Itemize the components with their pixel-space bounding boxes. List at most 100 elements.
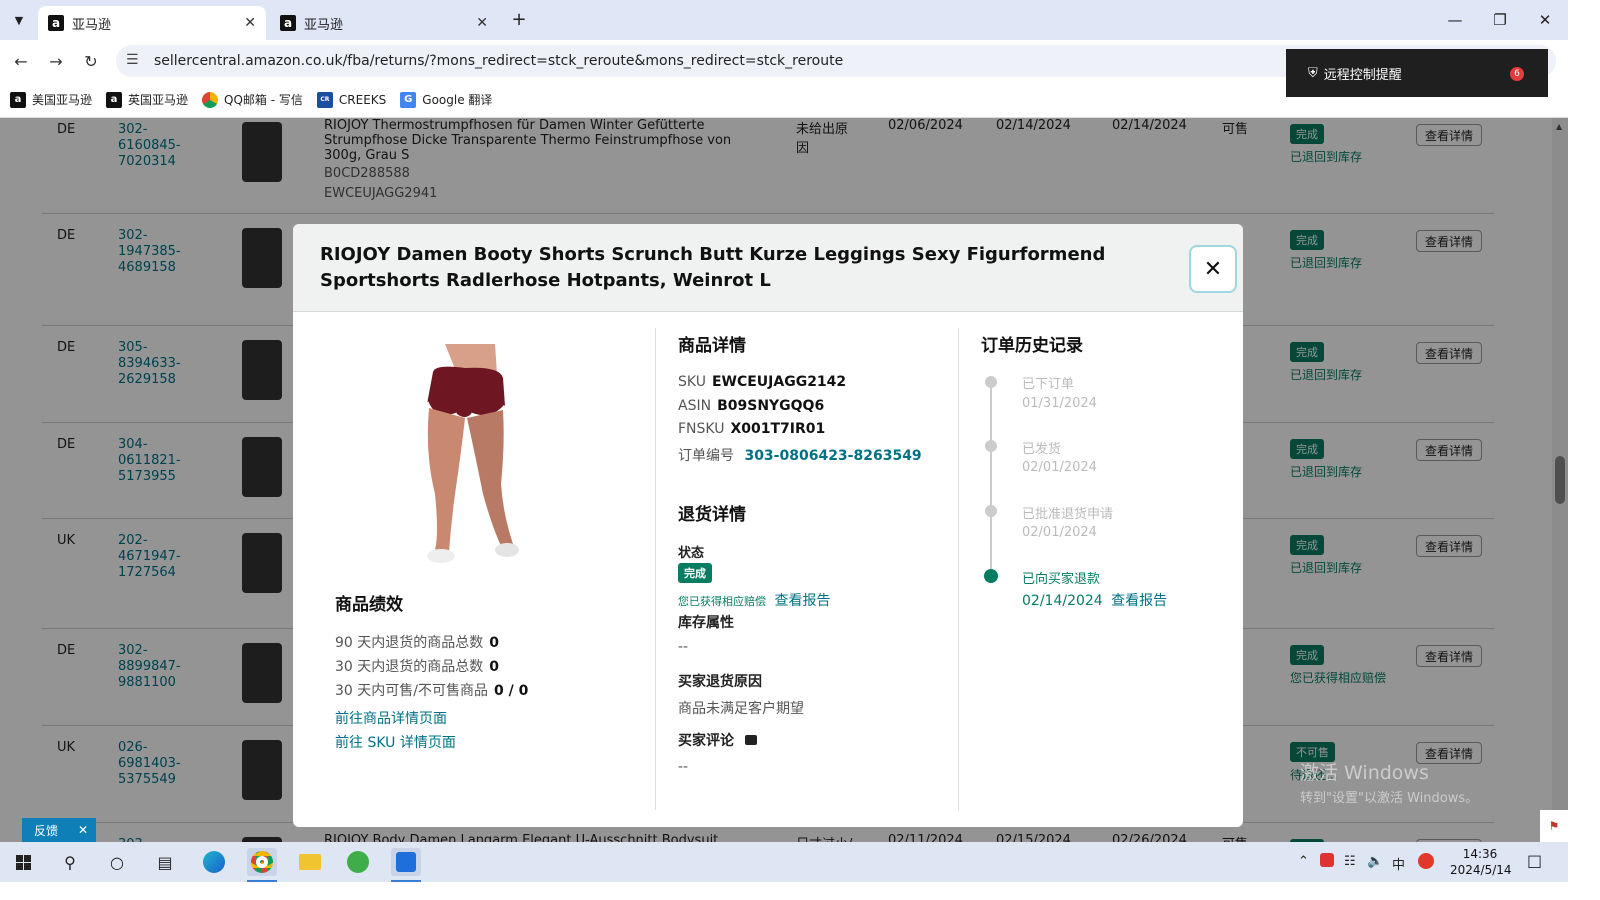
close-modal-button[interactable]: ✕: [1189, 245, 1237, 293]
cortana-icon[interactable]: ○: [102, 848, 132, 876]
bookmark-item[interactable]: G Google 翻译: [400, 91, 492, 108]
inventory-attribute-value: --: [678, 639, 689, 655]
forward-button[interactable]: →: [45, 50, 67, 72]
notification-badge: 6: [1510, 67, 1524, 81]
watermark-subtitle: 转到"设置"以激活 Windows。: [1300, 791, 1479, 806]
close-tab-icon[interactable]: ✕: [476, 15, 488, 31]
qqmail-icon: [202, 91, 219, 108]
tab-search-button[interactable]: ▼: [8, 9, 30, 31]
windows-taskbar: ⚲ ○ ▤ ⌃ ☷ 🔈 中 14:36 2024/5/14 □: [0, 842, 1568, 882]
timeline-step-label: 已批准退货申请: [1022, 507, 1114, 522]
bookmark-item[interactable]: a 美国亚马逊: [10, 91, 92, 108]
sku-detail-page-link[interactable]: 前往 SKU 详情页面: [335, 732, 456, 752]
notification-center-icon[interactable]: □: [1527, 851, 1542, 870]
tray-chevron-icon[interactable]: ⌃: [1298, 854, 1309, 869]
reload-button[interactable]: ↻: [80, 50, 102, 72]
fnsku-row: FNSKU X001T7IR01: [678, 421, 826, 437]
bookmark-label: CREEKS: [338, 92, 387, 107]
watermark-title: 激活 Windows: [1300, 762, 1429, 784]
clock-time: 14:36: [1462, 847, 1498, 861]
timeline-step-date: 02/01/2024: [1022, 460, 1097, 475]
timeline-step-date: 02/14/2024: [1022, 593, 1103, 609]
close-tab-icon[interactable]: ✕: [244, 15, 256, 31]
amazon-icon: a: [48, 15, 64, 31]
app-running-indicator: [391, 880, 421, 882]
tab-title: 亚马逊: [72, 17, 112, 33]
green-app-icon[interactable]: [343, 848, 373, 876]
close-icon[interactable]: ✕: [78, 823, 88, 837]
site-info-icon[interactable]: ☰: [126, 52, 139, 68]
returns-30-days: 30 天内退货的商品总数 0: [335, 659, 500, 675]
input-method-icon[interactable]: [1418, 853, 1434, 869]
minimize-button[interactable]: —: [1440, 8, 1470, 32]
modal-title: RIOJOY Damen Booty Shorts Scrunch Butt K…: [320, 244, 1106, 291]
timeline-dot-active: [984, 569, 998, 583]
compensation-text: 您已获得相应赔偿: [678, 595, 766, 608]
timeline-dot: [985, 505, 997, 517]
inventory-attribute-label: 库存属性: [678, 615, 734, 631]
status-label: 状态: [678, 546, 705, 561]
column-divider: [655, 328, 656, 810]
tab-strip: ▼ a 亚马逊 ✕ a 亚马逊 ✕ + — ❐ ✕: [0, 0, 1568, 40]
performance-heading: 商品绩效: [335, 595, 403, 615]
return-reason-label: 买家退货原因: [678, 674, 762, 690]
network-icon[interactable]: ☷: [1344, 854, 1356, 869]
ime-indicator[interactable]: 中: [1392, 854, 1405, 873]
bookmark-item[interactable]: a 英国亚马逊: [106, 91, 188, 108]
bookmark-item[interactable]: CR CREEKS: [316, 91, 387, 108]
timeline-step-label: 已向买家退款: [1022, 572, 1101, 587]
remote-control-notification[interactable]: ⛨ 远程控制提醒 6: [1286, 49, 1548, 97]
timeline-step-date-row: 02/14/2024 查看报告: [1022, 590, 1167, 610]
asin-row: ASIN B09SNYGQQ6: [678, 398, 825, 414]
volume-icon[interactable]: 🔈: [1367, 854, 1383, 869]
status-badge: 完成: [678, 563, 712, 583]
timeline-dot: [985, 440, 997, 452]
feedback-label: 反馈: [34, 823, 59, 838]
new-tab-button[interactable]: +: [508, 8, 530, 30]
return-detail-modal: RIOJOY Damen Booty Shorts Scrunch Butt K…: [293, 224, 1243, 827]
side-flag[interactable]: ⚑: [1540, 810, 1568, 842]
tray-app-icon[interactable]: [1320, 853, 1334, 867]
product-detail-page-link[interactable]: 前往商品详情页面: [335, 708, 447, 728]
order-number-link[interactable]: 303-0806423-8263549: [744, 448, 921, 464]
shield-icon: ⛨: [1308, 65, 1318, 81]
blue-app-icon[interactable]: [391, 848, 421, 876]
return-reason-value: 商品未满足客户期望: [678, 701, 804, 717]
windows-start-icon[interactable]: [8, 848, 38, 876]
notification-text: 远程控制提醒: [1323, 67, 1402, 83]
product-details-heading: 商品详情: [678, 336, 746, 356]
timeline-step-label: 已下订单: [1022, 377, 1075, 392]
tab-amazon-active[interactable]: a 亚马逊 ✕: [38, 6, 266, 40]
bookmark-label: QQ邮箱 - 写信: [224, 93, 303, 107]
column-divider: [958, 328, 959, 810]
history-view-report-link[interactable]: 查看报告: [1111, 593, 1167, 609]
creeks-icon: CR: [316, 91, 333, 108]
edge-icon[interactable]: [199, 848, 229, 876]
file-explorer-icon[interactable]: [295, 848, 325, 876]
translate-icon: G: [400, 91, 417, 108]
sellable-30-days: 30 天内可售/不可售商品 0 / 0: [335, 683, 529, 699]
bookmark-item[interactable]: QQ邮箱 - 写信: [202, 91, 303, 108]
tab-title: 亚马逊: [304, 17, 344, 33]
sku-row: SKU EWCEUJAGG2142: [678, 374, 847, 390]
system-clock[interactable]: 14:36 2024/5/14: [1450, 846, 1512, 878]
view-report-link[interactable]: 查看报告: [774, 593, 830, 609]
timeline-step-date: 02/01/2024: [1022, 525, 1097, 540]
compensation-row: 您已获得相应赔偿 查看报告: [678, 590, 830, 610]
bookmark-label: 美国亚马逊: [32, 93, 93, 107]
feedback-button[interactable]: 反馈 ✕: [22, 818, 96, 842]
modal-header: RIOJOY Damen Booty Shorts Scrunch Butt K…: [293, 224, 1243, 312]
close-window-button[interactable]: ✕: [1530, 8, 1560, 32]
close-icon: ✕: [1203, 256, 1223, 282]
search-icon[interactable]: ⚲: [55, 848, 85, 876]
tab-amazon-2[interactable]: a 亚马逊 ✕: [270, 6, 498, 40]
back-button[interactable]: ←: [10, 50, 32, 72]
chrome-icon[interactable]: [247, 848, 277, 876]
restore-button[interactable]: ❐: [1485, 8, 1515, 32]
clock-date: 2024/5/14: [1450, 863, 1512, 877]
bookmark-label: Google 翻译: [422, 93, 493, 107]
timeline-track: [990, 381, 992, 575]
buyer-comment-value: --: [678, 759, 689, 775]
amazon-icon: a: [280, 15, 296, 31]
task-view-icon[interactable]: ▤: [150, 848, 180, 876]
